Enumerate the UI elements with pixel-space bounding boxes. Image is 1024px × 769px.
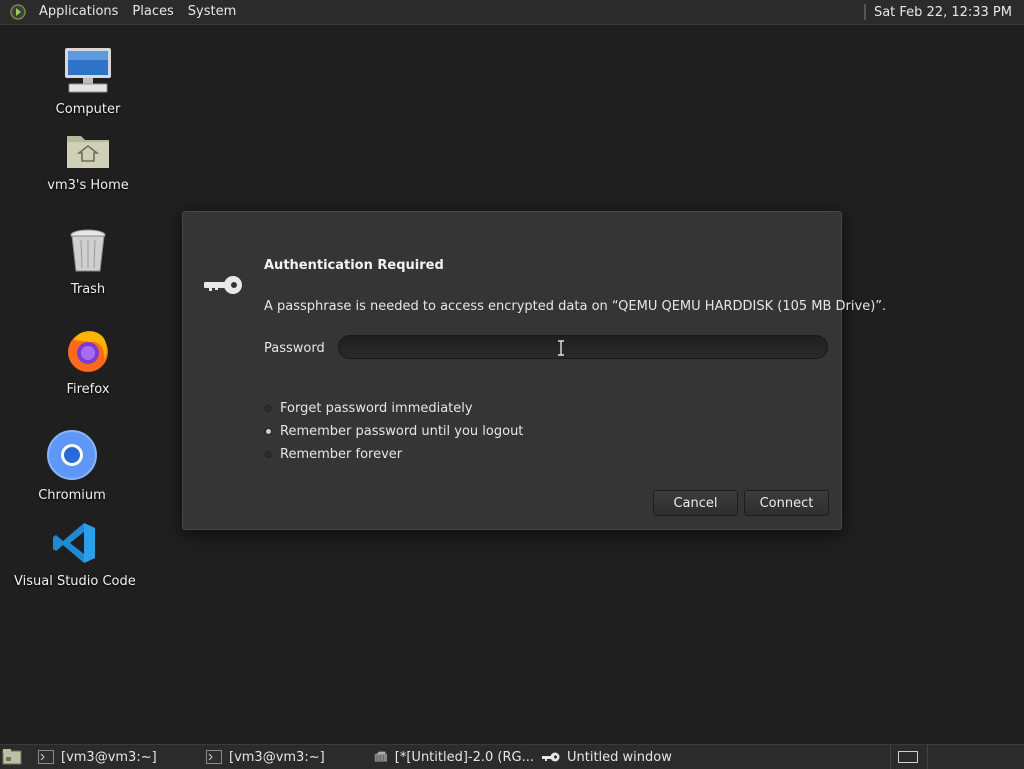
chromium-icon xyxy=(47,430,97,480)
workspace-1[interactable] xyxy=(898,751,918,763)
menu-system[interactable]: System xyxy=(181,0,243,24)
desktop-icon-label: Chromium xyxy=(38,488,106,503)
menu-applications[interactable]: Applications xyxy=(32,0,125,24)
vscode-icon xyxy=(53,523,95,563)
home-folder-icon xyxy=(67,136,109,168)
text-cursor-icon xyxy=(558,340,564,356)
bottom-panel: [vm3@vm3:~] [vm3@vm3:~] [*[Untitled]-2.0… xyxy=(0,744,1024,769)
desktop-icon-firefox[interactable]: Firefox xyxy=(48,326,128,397)
option-remember-forever[interactable]: Remember forever xyxy=(263,447,402,462)
desktop-icon-label: Trash xyxy=(70,282,106,297)
dialog-title: Authentication Required xyxy=(264,258,444,273)
radio-button[interactable] xyxy=(263,403,274,414)
trash-icon xyxy=(70,229,106,272)
menu-places[interactable]: Places xyxy=(125,0,180,24)
panel-separator xyxy=(863,4,866,20)
radio-button-selected[interactable] xyxy=(263,426,274,437)
taskbar-item-label: [vm3@vm3:~] xyxy=(61,749,157,765)
desktop-icon-trash[interactable]: Trash xyxy=(48,228,128,297)
dialog-message: A passphrase is needed to access encrypt… xyxy=(264,299,887,314)
option-remember-until-logout[interactable]: Remember password until you logout xyxy=(263,424,523,439)
password-label: Password xyxy=(264,341,325,356)
taskbar-item-label: [*[Untitled]-2.0 (RG... xyxy=(394,749,534,765)
taskbar-item-label: [vm3@vm3:~] xyxy=(229,749,325,765)
desktop-icon-label: Computer xyxy=(55,102,121,117)
desktop-icon-home[interactable]: vm3's Home xyxy=(43,130,133,193)
app-menu-logo-icon[interactable] xyxy=(10,4,26,20)
terminal-icon xyxy=(206,750,222,764)
option-forget-immediately[interactable]: Forget password immediately xyxy=(263,401,473,416)
option-label: Remember forever xyxy=(280,447,403,462)
radio-button[interactable] xyxy=(263,449,274,460)
desktop-icon-label: Visual Studio Code xyxy=(14,574,136,589)
desktop-icon-chromium[interactable]: Chromium xyxy=(32,430,112,503)
taskbar-item-untitled-window[interactable]: Untitled window xyxy=(542,745,722,769)
password-field[interactable] xyxy=(338,335,828,359)
taskbar-item-image-editor[interactable]: [*[Untitled]-2.0 (RG... xyxy=(374,745,534,769)
option-label: Remember password until you logout xyxy=(280,424,524,439)
desktop-icon-computer[interactable]: Computer xyxy=(48,46,128,117)
desktop-icon-label: vm3's Home xyxy=(47,178,129,193)
connect-button[interactable]: Connect xyxy=(744,490,829,516)
show-desktop-icon[interactable] xyxy=(2,748,22,766)
terminal-icon xyxy=(38,750,54,764)
clock[interactable]: Sat Feb 22, 12:33 PM xyxy=(874,5,1024,20)
cancel-button[interactable]: Cancel xyxy=(653,490,738,516)
authentication-dialog: Authentication Required A passphrase is … xyxy=(182,211,886,530)
computer-icon xyxy=(65,48,111,93)
taskbar-item-terminal-1[interactable]: [vm3@vm3:~] xyxy=(38,745,198,769)
image-editor-icon xyxy=(374,751,388,762)
option-label: Forget password immediately xyxy=(280,401,473,416)
key-icon xyxy=(542,752,560,762)
desktop-icon-label: Firefox xyxy=(66,382,110,397)
firefox-icon xyxy=(68,331,108,372)
taskbar-item-terminal-2[interactable]: [vm3@vm3:~] xyxy=(206,745,366,769)
key-icon xyxy=(204,276,242,294)
desktop-icon-vscode[interactable]: Visual Studio Code xyxy=(14,520,136,589)
top-panel: Applications Places System Sat Feb 22, 1… xyxy=(0,0,1024,25)
taskbar-item-label: Untitled window xyxy=(567,749,672,765)
